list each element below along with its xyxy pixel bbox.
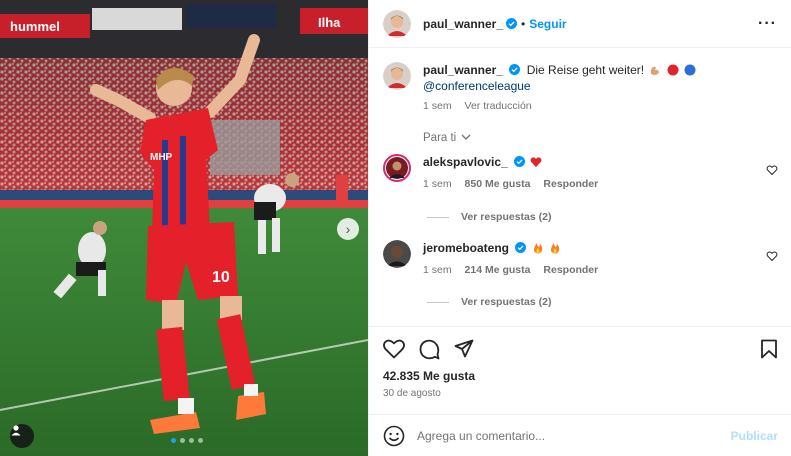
verified-badge-icon [515, 242, 527, 253]
banner-right-text: Ilha [318, 15, 341, 30]
comment-input[interactable]: Agrega un comentario... [417, 429, 545, 443]
carousel-dot [198, 438, 203, 443]
caption-author[interactable]: paul_wanner_ [423, 63, 503, 77]
comment-composer: Agrega un comentario... Publicar [369, 414, 791, 456]
view-replies-button[interactable]: Ver respuestas (2) [427, 296, 551, 308]
commenter-avatar[interactable] [383, 154, 411, 182]
replies-divider [427, 301, 449, 303]
view-replies-button[interactable]: Ver respuestas (2) [427, 211, 551, 223]
user-icon [11, 425, 21, 436]
bookmark-icon [761, 339, 777, 359]
comment-bubble-icon [419, 339, 440, 359]
commenter-avatar[interactable] [383, 240, 411, 268]
author-avatar[interactable] [383, 9, 411, 38]
comment-likes[interactable]: 214 Me gusta [465, 264, 531, 276]
commenter-username[interactable]: alekspavlovic_ [423, 155, 508, 169]
save-button[interactable] [760, 339, 778, 359]
fire-emoji-icon [550, 243, 560, 254]
heart-icon [383, 339, 405, 359]
paper-plane-icon [454, 339, 474, 358]
follow-button[interactable]: Seguir [529, 17, 566, 31]
post-photo-illustration: hummel Ilha MHP 10 [0, 0, 368, 456]
share-button[interactable] [454, 339, 474, 359]
red-heart-emoji-icon [531, 157, 542, 167]
commenter-username[interactable]: jeromeboateng [423, 241, 509, 255]
carousel-indicator [171, 438, 203, 443]
view-replies-label: Ver respuestas (2) [461, 296, 552, 308]
post-side-panel: paul_wanner_ • Seguir ··· paul_wanner_ D… [368, 0, 791, 456]
tagged-users-button[interactable] [10, 424, 34, 448]
flexed-biceps-emoji-icon [651, 66, 660, 75]
caption-time: 1 sem [423, 100, 452, 112]
comments-section: paul_wanner_ Die Reise geht weiter! @con… [369, 48, 791, 326]
separator-dot: • [521, 16, 526, 31]
jersey-number: 10 [212, 269, 230, 286]
comment-likes[interactable]: 850 Me gusta [465, 178, 531, 190]
replies-divider [427, 216, 449, 218]
comment-item: alekspavlovic_ 1 sem 850 Me gusta Respon… [383, 154, 778, 192]
emoji-picker-icon[interactable] [383, 425, 405, 447]
jersey-sponsor: MHP [150, 152, 173, 163]
reply-button[interactable]: Responder [543, 178, 598, 190]
post-actions: 42.835 Me gusta 30 de agosto [369, 326, 791, 414]
post-date[interactable]: 30 de agosto [383, 388, 778, 399]
comment-time: 1 sem [423, 178, 452, 190]
verified-badge-icon [509, 64, 521, 75]
comment-button[interactable] [419, 339, 440, 360]
carousel-dot [189, 438, 194, 443]
carousel-dot [180, 438, 185, 443]
carousel-next-button[interactable]: › [337, 218, 359, 240]
verified-badge-icon [506, 18, 518, 29]
author-username[interactable]: paul_wanner_ [423, 17, 503, 31]
post-header: paul_wanner_ • Seguir ··· [369, 0, 791, 48]
post-photo[interactable]: hummel Ilha MHP 10 › [0, 0, 368, 456]
mention-link[interactable]: @conferenceleague [423, 78, 696, 94]
verified-badge-icon [514, 156, 526, 167]
chevron-down-icon [461, 134, 471, 140]
comment-time: 1 sem [423, 264, 452, 276]
caption: paul_wanner_ Die Reise geht weiter! @con… [383, 62, 778, 114]
post-like-count[interactable]: 42.835 Me gusta [383, 369, 778, 383]
comment-sort-dropdown[interactable]: Para ti [423, 132, 471, 144]
carousel-dot [171, 438, 176, 443]
sort-label: Para ti [423, 132, 457, 144]
comment-item: jeromeboateng 1 sem 214 Me gusta Respond… [383, 240, 778, 278]
publish-button[interactable]: Publicar [731, 429, 778, 443]
like-comment-heart-icon[interactable] [766, 164, 778, 176]
red-circle-emoji-icon [667, 64, 679, 76]
blue-circle-emoji-icon [684, 64, 696, 76]
banner-left-text: hummel [10, 19, 60, 34]
caption-text: Die Reise geht weiter! [526, 63, 645, 77]
more-options-icon[interactable]: ··· [758, 15, 777, 33]
caption-author-avatar[interactable] [383, 62, 411, 90]
fire-emoji-icon [533, 243, 542, 254]
view-replies-label: Ver respuestas (2) [461, 211, 552, 223]
like-button[interactable] [383, 339, 405, 359]
like-comment-heart-icon[interactable] [766, 250, 778, 262]
translate-link[interactable]: Ver traducción [465, 100, 532, 112]
reply-button[interactable]: Responder [543, 264, 598, 276]
